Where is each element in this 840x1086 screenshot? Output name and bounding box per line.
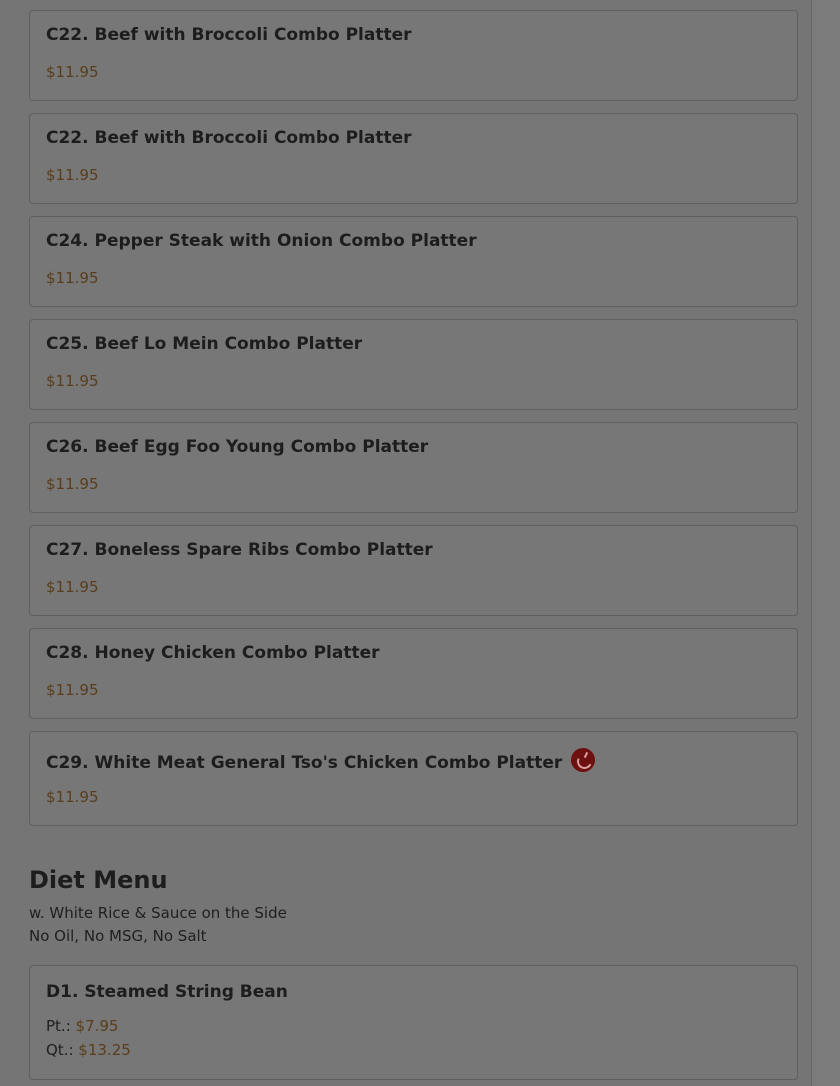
menu-content: C22. Beef with Broccoli Combo Platter $1… [0, 0, 812, 1086]
menu-item-title: C28. Honey Chicken Combo Platter [46, 643, 380, 663]
menu-item-card[interactable]: C29. White Meat General Tso's Chicken Co… [29, 731, 798, 826]
menu-item-price: $11.95 [46, 166, 99, 184]
size-label: Pt.: [46, 1017, 71, 1035]
diet-menu-note: w. White Rice & Sauce on the Side [29, 904, 287, 922]
diet-item-card[interactable]: D1. Steamed String Bean Pt.: $7.95 Qt.: … [29, 965, 798, 1080]
menu-item-card[interactable]: C24. Pepper Steak with Onion Combo Platt… [29, 216, 798, 307]
size-price: $13.25 [78, 1041, 131, 1059]
menu-item-title: C26. Beef Egg Foo Young Combo Platter [46, 437, 429, 457]
menu-item-title-row: C29. White Meat General Tso's Chicken Co… [46, 748, 596, 773]
menu-item-price: $11.95 [46, 372, 99, 390]
menu-item-card[interactable]: C28. Honey Chicken Combo Platter $11.95 [29, 628, 798, 719]
size-label: Qt.: [46, 1041, 74, 1059]
spicy-pepper-icon [571, 748, 596, 772]
menu-item-title: D1. Steamed String Bean [46, 982, 288, 1002]
size-row: Qt.: $13.25 [46, 1041, 131, 1059]
size-price: $7.95 [75, 1017, 119, 1035]
menu-item-price: $11.95 [46, 63, 99, 81]
diet-menu-title: Diet Menu [29, 866, 168, 894]
menu-item-title: C22. Beef with Broccoli Combo Platter [46, 25, 412, 45]
menu-item-title: C24. Pepper Steak with Onion Combo Platt… [46, 231, 477, 251]
menu-item-title: C25. Beef Lo Mein Combo Platter [46, 334, 363, 354]
menu-item-card[interactable]: C22. Beef with Broccoli Combo Platter $1… [29, 10, 798, 101]
menu-item-card[interactable]: C27. Boneless Spare Ribs Combo Platter $… [29, 525, 798, 616]
menu-item-title: C22. Beef with Broccoli Combo Platter [46, 128, 412, 148]
size-row: Pt.: $7.95 [46, 1017, 118, 1035]
menu-item-price: $11.95 [46, 269, 99, 287]
menu-item-price: $11.95 [46, 788, 99, 806]
menu-item-price: $11.95 [46, 475, 99, 493]
menu-item-price: $11.95 [46, 578, 99, 596]
menu-item-price: $11.95 [46, 681, 99, 699]
menu-item-title: C27. Boneless Spare Ribs Combo Platter [46, 540, 433, 560]
menu-item-card[interactable]: C26. Beef Egg Foo Young Combo Platter $1… [29, 422, 798, 513]
menu-page: C22. Beef with Broccoli Combo Platter $1… [0, 0, 840, 1086]
menu-item-card[interactable]: C25. Beef Lo Mein Combo Platter $11.95 [29, 319, 798, 410]
diet-menu-note: No Oil, No MSG, No Salt [29, 927, 207, 945]
menu-item-title: C29. White Meat General Tso's Chicken Co… [46, 753, 563, 773]
menu-item-card[interactable]: C22. Beef with Broccoli Combo Platter $1… [29, 113, 798, 204]
